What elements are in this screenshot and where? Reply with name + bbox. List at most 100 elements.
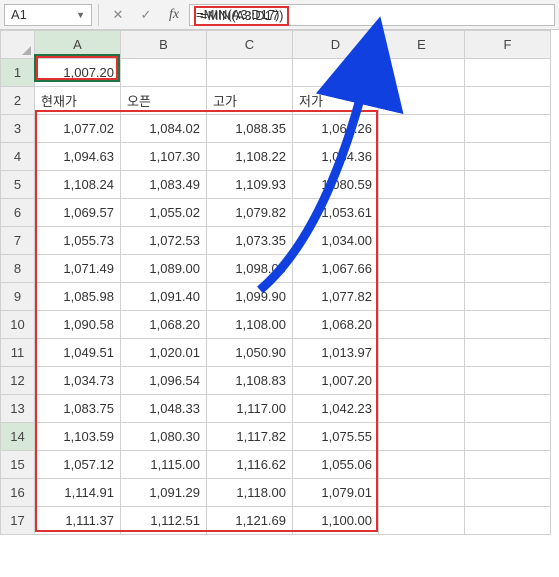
cell[interactable]: 1,108.00 (207, 311, 293, 339)
cell[interactable]: 1,098.00 (207, 255, 293, 283)
name-box[interactable]: A1 ▼ (4, 4, 92, 26)
cell[interactable]: 1,055.02 (121, 199, 207, 227)
cell[interactable] (379, 255, 465, 283)
cell[interactable]: 1,108.22 (207, 143, 293, 171)
cell[interactable] (379, 115, 465, 143)
row-header[interactable]: 13 (1, 395, 35, 423)
cell[interactable] (293, 59, 379, 87)
col-header-D[interactable]: D (293, 31, 379, 59)
cell[interactable] (379, 479, 465, 507)
enter-icon[interactable]: ✓ (133, 4, 159, 26)
cell-A1[interactable]: 1,007.20 (35, 59, 121, 87)
cell[interactable]: 1,099.90 (207, 283, 293, 311)
cell[interactable]: 1,020.01 (121, 339, 207, 367)
cell[interactable]: 1,111.37 (35, 507, 121, 535)
cell[interactable] (465, 507, 551, 535)
cell[interactable]: 1,083.75 (35, 395, 121, 423)
cell[interactable]: 1,121.69 (207, 507, 293, 535)
dropdown-icon[interactable]: ▼ (76, 10, 85, 20)
row-header[interactable]: 7 (1, 227, 35, 255)
cell[interactable]: 1,034.73 (35, 367, 121, 395)
cell[interactable]: 1,072.53 (121, 227, 207, 255)
cell[interactable]: 1,118.00 (207, 479, 293, 507)
cell[interactable]: 1,108.83 (207, 367, 293, 395)
cell[interactable] (379, 171, 465, 199)
fx-icon[interactable]: fx (161, 4, 187, 26)
col-header-A[interactable]: A (35, 31, 121, 59)
row-header[interactable]: 5 (1, 171, 35, 199)
cell[interactable] (379, 143, 465, 171)
cell[interactable]: 1,080.59 (293, 171, 379, 199)
col-header-C[interactable]: C (207, 31, 293, 59)
row-header[interactable]: 10 (1, 311, 35, 339)
cell[interactable]: 1,094.63 (35, 143, 121, 171)
cell[interactable] (379, 367, 465, 395)
col-header-F[interactable]: F (465, 31, 551, 59)
cell[interactable]: 1,034.00 (293, 227, 379, 255)
cell[interactable]: 1,108.24 (35, 171, 121, 199)
cell[interactable] (465, 451, 551, 479)
cell[interactable]: 1,049.51 (35, 339, 121, 367)
cell[interactable]: 1,073.35 (207, 227, 293, 255)
cell[interactable] (379, 423, 465, 451)
formula-input[interactable]: =MIN(A3:D17) =MIN(A3:D17) (189, 4, 555, 26)
cell[interactable] (465, 143, 551, 171)
row-header[interactable]: 9 (1, 283, 35, 311)
cell[interactable] (465, 423, 551, 451)
cell[interactable]: 1,083.49 (121, 171, 207, 199)
cell[interactable] (379, 87, 465, 115)
cell[interactable]: 1,077.02 (35, 115, 121, 143)
cell[interactable]: 1,064.26 (293, 115, 379, 143)
cell[interactable]: 1,100.00 (293, 507, 379, 535)
cell[interactable] (465, 171, 551, 199)
cell[interactable]: 1,067.66 (293, 255, 379, 283)
cell[interactable]: 1,117.00 (207, 395, 293, 423)
row-header[interactable]: 6 (1, 199, 35, 227)
cell[interactable]: 1,084.36 (293, 143, 379, 171)
cell[interactable] (379, 339, 465, 367)
cell[interactable] (379, 59, 465, 87)
cell[interactable] (465, 367, 551, 395)
cell[interactable] (465, 255, 551, 283)
cell[interactable]: 1,085.98 (35, 283, 121, 311)
cell[interactable] (465, 339, 551, 367)
cell[interactable] (121, 59, 207, 87)
cell[interactable]: 1,112.51 (121, 507, 207, 535)
cell[interactable]: 1,116.62 (207, 451, 293, 479)
cell-B2[interactable]: 오픈 (121, 87, 207, 115)
row-header[interactable]: 11 (1, 339, 35, 367)
row-header[interactable]: 14 (1, 423, 35, 451)
cell[interactable]: 1,117.82 (207, 423, 293, 451)
cell[interactable] (465, 115, 551, 143)
cell[interactable]: 1,084.02 (121, 115, 207, 143)
row-header[interactable]: 2 (1, 87, 35, 115)
cell[interactable]: 1,079.82 (207, 199, 293, 227)
cell[interactable] (465, 479, 551, 507)
cell[interactable]: 1,090.58 (35, 311, 121, 339)
cell[interactable]: 1,091.40 (121, 283, 207, 311)
row-header[interactable]: 1 (1, 59, 35, 87)
cell[interactable]: 1,042.23 (293, 395, 379, 423)
cell[interactable]: 1,096.54 (121, 367, 207, 395)
select-all-corner[interactable] (1, 31, 35, 59)
cell[interactable]: 1,115.00 (121, 451, 207, 479)
cell[interactable]: 1,013.97 (293, 339, 379, 367)
cell-D2[interactable]: 저가 (293, 87, 379, 115)
cell[interactable] (465, 227, 551, 255)
cell[interactable] (379, 283, 465, 311)
row-header[interactable]: 3 (1, 115, 35, 143)
cell[interactable] (465, 199, 551, 227)
cell[interactable] (465, 311, 551, 339)
row-header[interactable]: 15 (1, 451, 35, 479)
cell[interactable]: 1,089.00 (121, 255, 207, 283)
cell[interactable]: 1,055.06 (293, 451, 379, 479)
cell[interactable]: 1,007.20 (293, 367, 379, 395)
cell[interactable]: 1,071.49 (35, 255, 121, 283)
col-header-B[interactable]: B (121, 31, 207, 59)
row-header[interactable]: 16 (1, 479, 35, 507)
cell[interactable]: 1,048.33 (121, 395, 207, 423)
cell[interactable] (379, 507, 465, 535)
cell[interactable]: 1,077.82 (293, 283, 379, 311)
spreadsheet-grid[interactable]: A B C D E F 1 1,007.20 2 현재가 오픈 고가 저가 31… (0, 30, 559, 535)
cell[interactable] (465, 87, 551, 115)
